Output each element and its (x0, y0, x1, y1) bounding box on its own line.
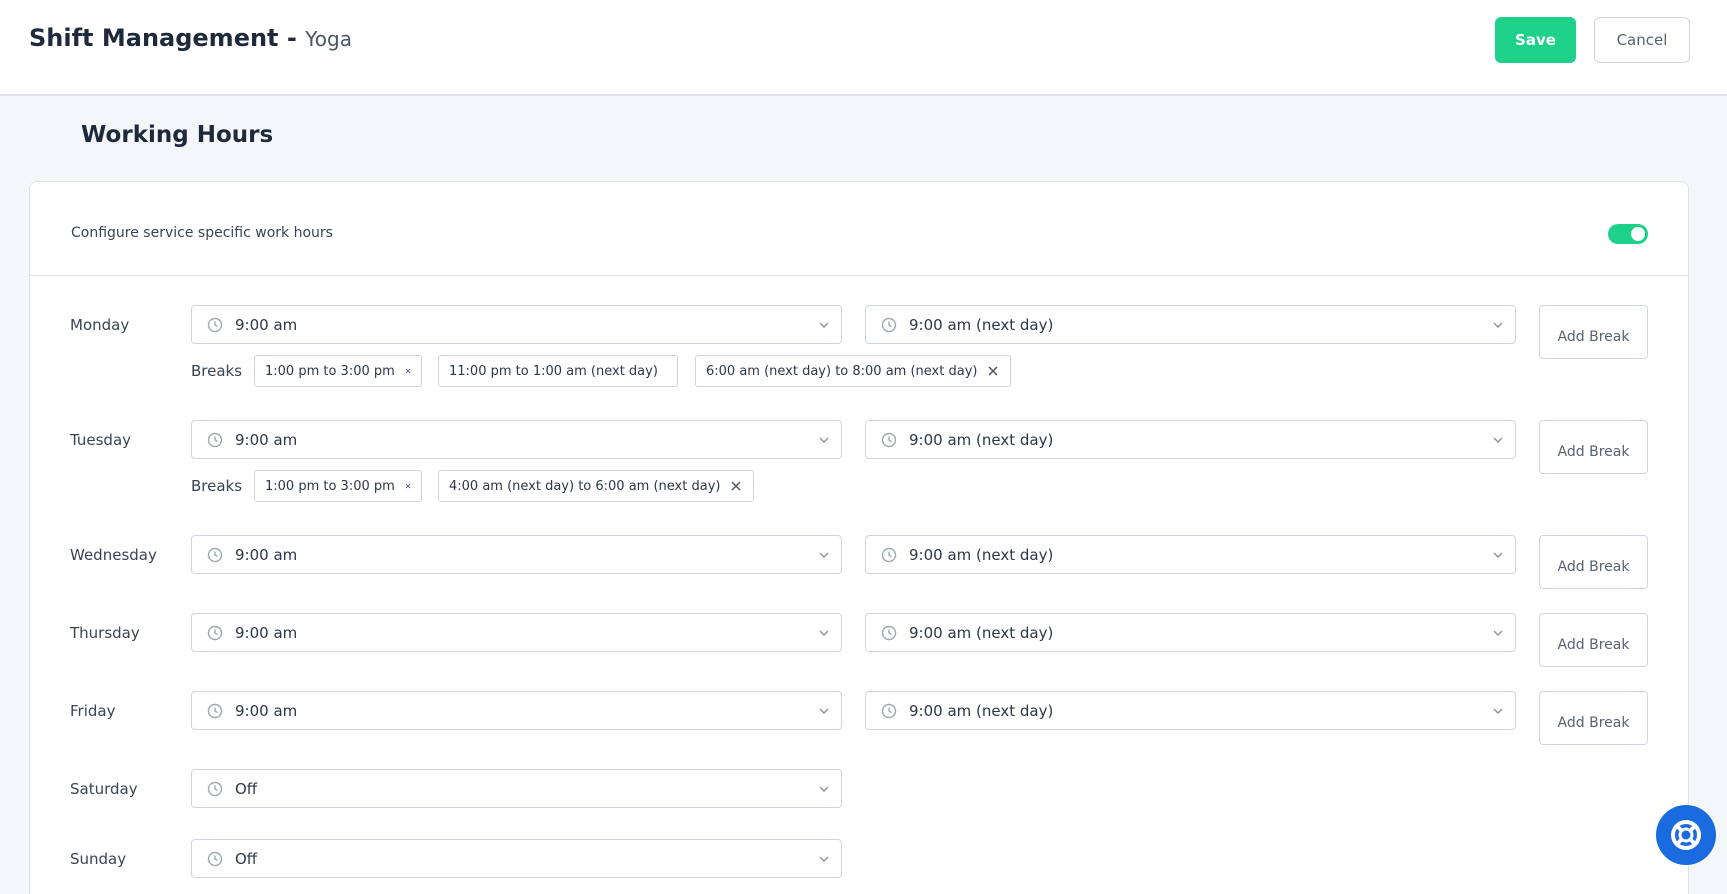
card-header: Configure service specific work hours (30, 182, 1688, 276)
save-button[interactable]: Save (1495, 17, 1576, 63)
toggle-knob (1631, 227, 1645, 241)
start-time-value: 9:00 am (235, 431, 298, 449)
breaks-label: Breaks (191, 362, 243, 380)
start-time-select[interactable]: 9:00 am (191, 420, 842, 459)
break-chip-label: 1:00 pm to 3:00 pm (265, 363, 395, 379)
end-time-select[interactable]: 9:00 am (next day) (865, 420, 1516, 459)
end-time-select[interactable]: 9:00 am (next day) (865, 305, 1516, 344)
service-name: Yoga (305, 27, 352, 51)
lifebuoy-icon (1671, 820, 1701, 850)
start-time-value: Off (235, 850, 258, 868)
add-break-button[interactable]: Add Break (1539, 535, 1648, 589)
end-time-select[interactable]: 9:00 am (next day) (865, 691, 1516, 730)
start-time-value: 9:00 am (235, 546, 298, 564)
break-chip: 6:00 am (next day) to 8:00 am (next day) (695, 355, 1011, 387)
chevron-down-icon (1493, 437, 1503, 443)
break-chip: 11:00 pm to 1:00 am (next day) (438, 355, 678, 387)
day-label: Tuesday (70, 431, 132, 449)
start-time-select[interactable]: 9:00 am (191, 613, 842, 652)
cancel-button[interactable]: Cancel (1594, 17, 1690, 63)
page-title: Shift Management - Yoga (29, 24, 352, 52)
clock-icon (207, 317, 223, 333)
day-label: Monday (70, 316, 130, 334)
close-icon[interactable] (405, 365, 411, 377)
clock-icon (207, 703, 223, 719)
end-time-select[interactable]: 9:00 am (next day) (865, 535, 1516, 574)
chevron-down-icon (819, 437, 829, 443)
close-icon[interactable] (987, 365, 999, 377)
page-title-text: Shift Management - (29, 24, 297, 52)
close-icon[interactable] (405, 480, 411, 492)
break-chip: 1:00 pm to 3:00 pm (254, 470, 422, 502)
break-chip-label: 6:00 am (next day) to 8:00 am (next day) (706, 363, 978, 379)
clock-icon (207, 547, 223, 563)
day-label: Thursday (70, 624, 140, 642)
clock-icon (881, 703, 897, 719)
close-icon[interactable] (730, 480, 742, 492)
breaks-label: Breaks (191, 477, 243, 495)
start-time-value: 9:00 am (235, 316, 298, 334)
day-label: Friday (70, 702, 116, 720)
help-button[interactable] (1656, 805, 1716, 865)
break-chip-label: 4:00 am (next day) to 6:00 am (next day) (449, 478, 721, 494)
start-time-select[interactable]: 9:00 am (191, 691, 842, 730)
break-chip-label: 11:00 pm to 1:00 am (next day) (449, 363, 658, 379)
end-time-value: 9:00 am (next day) (909, 702, 1054, 720)
break-chip: 4:00 am (next day) to 6:00 am (next day) (438, 470, 754, 502)
chevron-down-icon (1493, 552, 1503, 558)
end-time-value: 9:00 am (next day) (909, 546, 1054, 564)
end-time-value: 9:00 am (next day) (909, 431, 1054, 449)
chevron-down-icon (819, 856, 829, 862)
chevron-down-icon (1493, 708, 1503, 714)
clock-icon (207, 851, 223, 867)
service-hours-toggle[interactable] (1608, 224, 1648, 244)
start-time-select[interactable]: 9:00 am (191, 535, 842, 574)
clock-icon (881, 547, 897, 563)
config-label: Configure service specific work hours (71, 225, 333, 241)
chevron-down-icon (819, 322, 829, 328)
break-chip-label: 1:00 pm to 3:00 pm (265, 478, 395, 494)
end-time-value: 9:00 am (next day) (909, 316, 1054, 334)
add-break-button[interactable]: Add Break (1539, 691, 1648, 745)
chevron-down-icon (819, 552, 829, 558)
start-time-value: 9:00 am (235, 702, 298, 720)
clock-icon (881, 625, 897, 641)
break-chip: 1:00 pm to 3:00 pm (254, 355, 422, 387)
top-bar: Shift Management - Yoga Save Cancel (0, 0, 1727, 96)
chevron-down-icon (819, 786, 829, 792)
add-break-button[interactable]: Add Break (1539, 420, 1648, 474)
add-break-button[interactable]: Add Break (1539, 613, 1648, 667)
start-time-select[interactable]: Off (191, 839, 842, 878)
clock-icon (207, 625, 223, 641)
start-time-select[interactable]: Off (191, 769, 842, 808)
clock-icon (881, 317, 897, 333)
chevron-down-icon (1493, 322, 1503, 328)
clock-icon (881, 432, 897, 448)
section-title: Working Hours (81, 122, 274, 148)
clock-icon (207, 781, 223, 797)
start-time-select[interactable]: 9:00 am (191, 305, 842, 344)
end-time-value: 9:00 am (next day) (909, 624, 1054, 642)
day-label: Wednesday (70, 546, 157, 564)
add-break-button[interactable]: Add Break (1539, 305, 1648, 359)
chevron-down-icon (1493, 630, 1503, 636)
day-label: Saturday (70, 780, 138, 798)
chevron-down-icon (819, 708, 829, 714)
start-time-value: 9:00 am (235, 624, 298, 642)
end-time-select[interactable]: 9:00 am (next day) (865, 613, 1516, 652)
start-time-value: Off (235, 780, 258, 798)
clock-icon (207, 432, 223, 448)
chevron-down-icon (819, 630, 829, 636)
day-label: Sunday (70, 850, 127, 868)
